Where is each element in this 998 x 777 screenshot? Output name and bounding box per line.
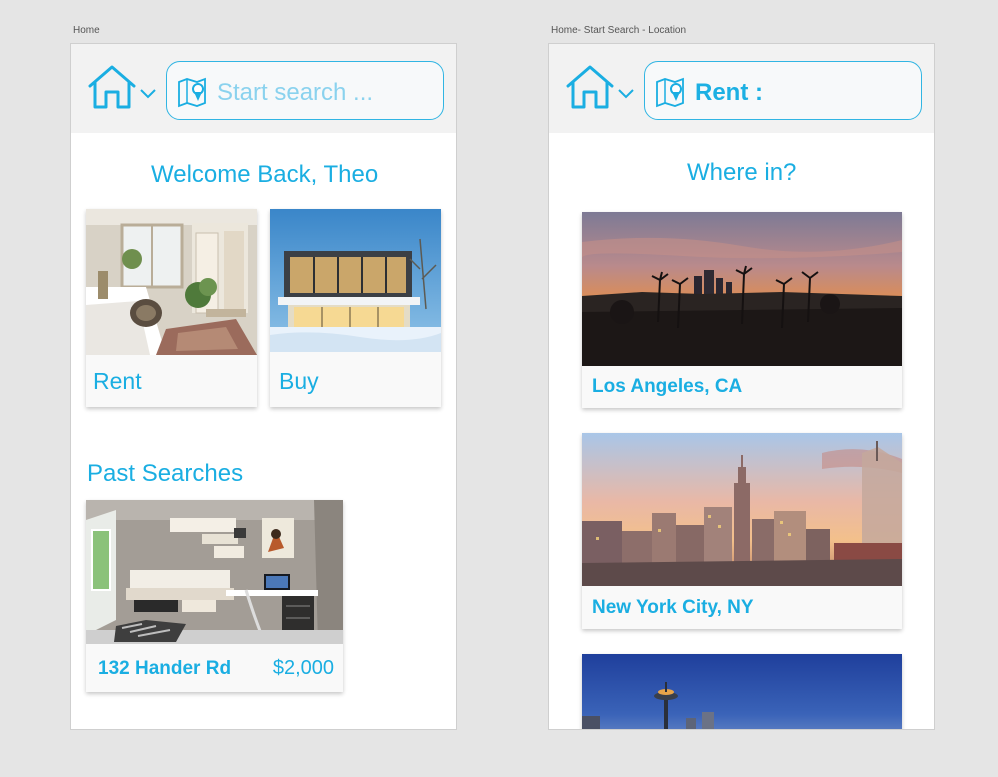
search-input[interactable]: Start search ...: [166, 61, 444, 120]
chevron-down-icon: [618, 89, 634, 99]
los-angeles-skyline-sunset-photo: [582, 212, 902, 366]
artboard-label-location: Home- Start Search - Location: [551, 25, 687, 36]
home-screen: Start search ... Welcome Back, Theo Rent…: [70, 43, 457, 730]
where-in-heading: Where in?: [687, 159, 797, 186]
home-menu-button[interactable]: [87, 64, 159, 112]
house-icon: [88, 65, 136, 109]
seattle-skyline-photo: [582, 654, 902, 729]
past-searches-heading: Past Searches: [87, 460, 244, 487]
city-card-new-york[interactable]: New York City, NY: [582, 433, 902, 629]
city-name-new-york: New York City, NY: [592, 597, 754, 618]
modern-house-exterior-photo: [270, 209, 441, 352]
bedroom-office-photo: [86, 500, 343, 644]
new-york-skyline-sunset-photo: [582, 433, 902, 586]
past-search-price: $2,000: [272, 657, 334, 679]
rent-category-card[interactable]: Rent: [86, 209, 257, 407]
home-menu-button[interactable]: [565, 64, 637, 112]
buy-category-card[interactable]: Buy: [270, 209, 441, 407]
past-search-address: 132 Hander Rd: [98, 658, 232, 679]
city-card-seattle[interactable]: [582, 654, 902, 729]
search-placeholder: Start search ...: [217, 79, 374, 106]
bedroom-interior-photo: [86, 209, 257, 355]
map-pin-icon: [178, 77, 206, 108]
top-bar: Rent :: [549, 44, 934, 133]
map-pin-icon: [656, 77, 684, 108]
search-value: Rent :: [695, 79, 763, 106]
past-search-card[interactable]: 132 Hander Rd $2,000: [86, 500, 343, 692]
house-icon: [566, 65, 614, 109]
chevron-down-icon: [140, 89, 156, 99]
rent-card-label: Rent: [93, 368, 142, 394]
location-screen: Rent : Where in? Los Angeles, CA New Yor…: [548, 43, 935, 730]
top-bar: Start search ...: [71, 44, 456, 133]
buy-card-label: Buy: [279, 368, 319, 394]
city-card-los-angeles[interactable]: Los Angeles, CA: [582, 212, 902, 408]
search-input[interactable]: Rent :: [644, 61, 922, 120]
artboard-label-home: Home: [73, 25, 100, 36]
welcome-heading: Welcome Back, Theo: [151, 161, 379, 188]
city-name-los-angeles: Los Angeles, CA: [592, 376, 743, 397]
